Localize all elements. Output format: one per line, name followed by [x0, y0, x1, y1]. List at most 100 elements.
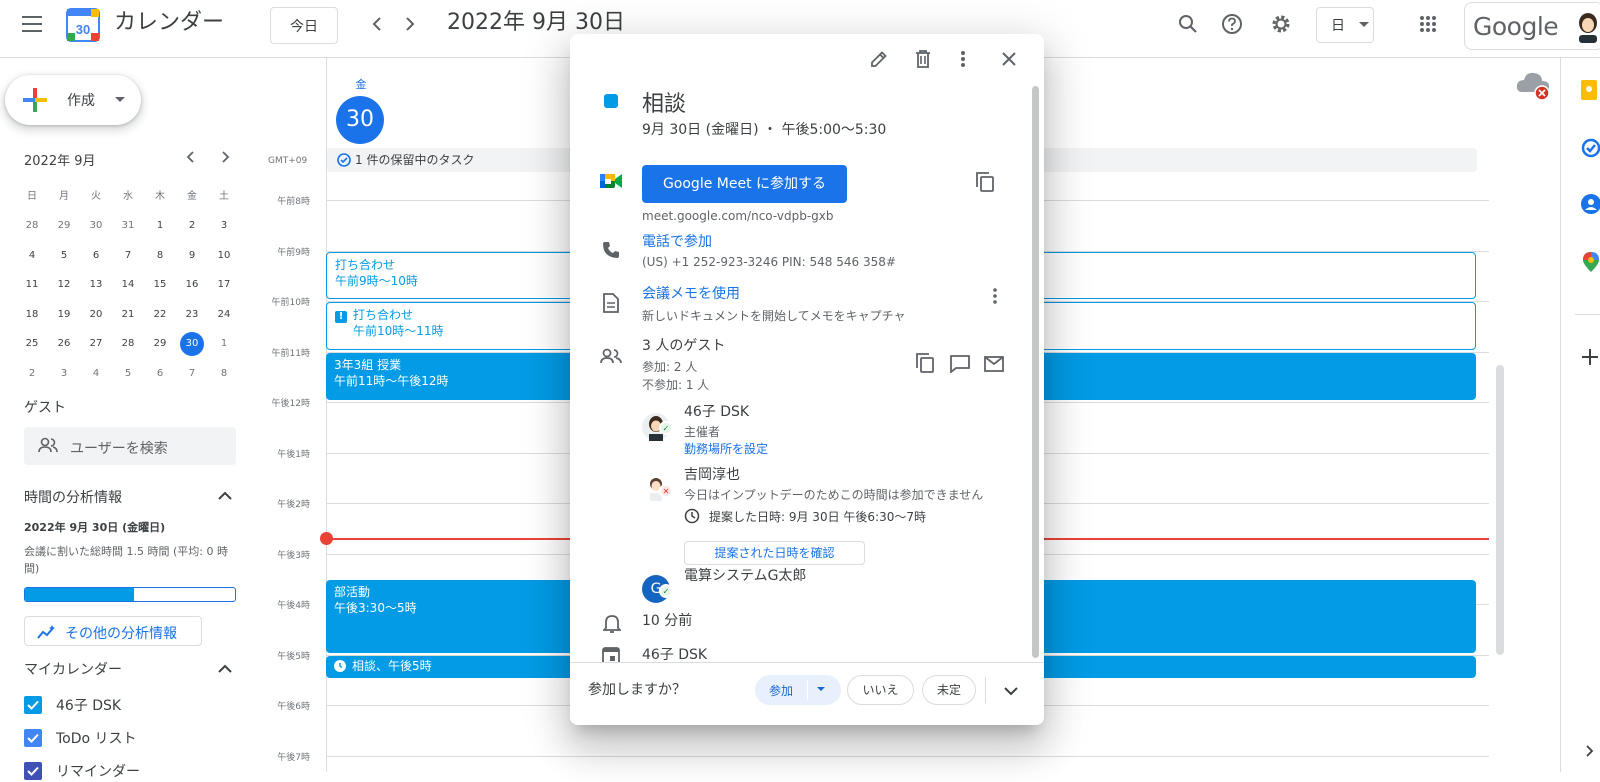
mini-prev-month-icon[interactable]	[186, 150, 196, 164]
mini-day-cell[interactable]: 11	[16, 273, 48, 297]
mini-day-cell[interactable]: 15	[144, 273, 176, 297]
main-menu-icon[interactable]	[13, 4, 53, 44]
keep-icon[interactable]	[1581, 80, 1597, 100]
mini-day-cell[interactable]: 1	[208, 332, 240, 356]
copy-guests-icon[interactable]	[916, 353, 934, 373]
guest-search-input[interactable]: ユーザーを検索	[24, 427, 236, 465]
mini-day-cell[interactable]: 29	[144, 332, 176, 356]
apps-grid-icon[interactable]	[1408, 4, 1448, 44]
mini-day-cell[interactable]: 1	[144, 214, 176, 238]
grid-scrollbar[interactable]	[1496, 365, 1504, 655]
mini-day-cell[interactable]: 28	[16, 214, 48, 238]
rail-divider	[1575, 314, 1600, 315]
google-meet-icon	[600, 172, 622, 190]
mini-day-cell[interactable]: 17	[208, 273, 240, 297]
mini-day-cell[interactable]: 5	[112, 362, 144, 386]
more-analysis-button[interactable]: その他の分析情報	[24, 616, 202, 646]
join-by-phone-link[interactable]: 電話で参加	[642, 231, 712, 251]
mini-day-cell[interactable]: 9	[176, 244, 208, 268]
rsvp-no-button[interactable]: いいえ	[847, 675, 914, 705]
mini-day-cell[interactable]: 6	[144, 362, 176, 386]
mini-day-cell[interactable]: 16	[176, 273, 208, 297]
mini-day-cell[interactable]: 20	[80, 303, 112, 327]
add-addon-icon[interactable]	[1581, 348, 1599, 366]
email-icon[interactable]	[984, 356, 1004, 372]
delete-trash-icon[interactable]	[915, 50, 931, 68]
expand-panel-icon[interactable]	[1585, 744, 1595, 758]
mini-day-cell[interactable]: 10	[208, 244, 240, 268]
expand-rsvp-icon[interactable]	[1004, 687, 1018, 696]
mini-day-cell[interactable]: 30	[176, 332, 208, 357]
mini-day-cell[interactable]: 3	[208, 214, 240, 238]
close-icon[interactable]	[1002, 52, 1016, 66]
checkbox-checked-icon[interactable]	[24, 762, 42, 780]
chat-icon[interactable]	[950, 355, 970, 373]
edit-pencil-icon[interactable]	[870, 50, 888, 68]
dropdown-arrow-icon	[1359, 22, 1369, 27]
dropdown-arrow-icon[interactable]	[817, 687, 825, 692]
mini-day-cell[interactable]: 28	[112, 332, 144, 356]
mini-day-cell[interactable]: 7	[112, 244, 144, 268]
mini-day-cell[interactable]: 8	[208, 362, 240, 386]
mini-day-cell[interactable]: 7	[176, 362, 208, 386]
mini-day-cell[interactable]: 2	[176, 214, 208, 238]
create-button[interactable]: 作成	[5, 75, 141, 125]
offline-cloud-icon[interactable]	[1514, 68, 1554, 102]
view-selector[interactable]: 日	[1316, 7, 1374, 43]
mini-day-cell[interactable]: 23	[176, 303, 208, 327]
collapse-analysis-icon[interactable]	[218, 491, 232, 500]
account-switcher[interactable]: Google	[1464, 2, 1600, 50]
mini-day-cell[interactable]: 3	[48, 362, 80, 386]
use-meeting-notes-link[interactable]: 会議メモを使用	[642, 283, 740, 303]
mini-day-cell[interactable]: 14	[112, 273, 144, 297]
mini-day-cell[interactable]: 29	[48, 214, 80, 238]
notes-more-options-icon[interactable]	[992, 288, 998, 304]
mini-day-cell[interactable]: 4	[16, 244, 48, 268]
mini-day-cell[interactable]: 13	[80, 273, 112, 297]
today-button[interactable]: 今日	[270, 7, 338, 44]
mini-day-cell[interactable]: 26	[48, 332, 80, 356]
day-number[interactable]: 30	[336, 96, 384, 144]
mini-day-cell[interactable]: 12	[48, 273, 80, 297]
calendar-logo-icon[interactable]: 30	[66, 8, 100, 42]
my-calendar-item[interactable]: 46子 DSK	[24, 694, 121, 716]
contacts-icon[interactable]	[1581, 194, 1600, 214]
dropdown-arrow-icon	[115, 97, 125, 103]
set-work-location-link[interactable]: 勤務場所を設定	[684, 440, 768, 457]
checkbox-checked-icon[interactable]	[24, 696, 42, 714]
next-day-icon[interactable]	[390, 4, 430, 44]
rsvp-maybe-button[interactable]: 未定	[922, 675, 976, 705]
review-proposed-time-button[interactable]: 提案された日時を確認	[684, 541, 865, 565]
popup-scrollbar[interactable]	[1032, 86, 1039, 658]
mini-weekday-row: 日月火水木金土	[16, 182, 240, 212]
mini-day-cell[interactable]: 8	[144, 244, 176, 268]
mini-day-cell[interactable]: 6	[80, 244, 112, 268]
mini-day-cell[interactable]: 21	[112, 303, 144, 327]
mini-day-cell[interactable]: 27	[80, 332, 112, 356]
my-calendar-label: 46子 DSK	[56, 698, 122, 714]
search-icon[interactable]	[1168, 4, 1208, 44]
rsvp-yes-button[interactable]: 参加	[755, 675, 841, 705]
mini-day-cell[interactable]: 4	[80, 362, 112, 386]
mini-day-cell[interactable]: 2	[16, 362, 48, 386]
maps-icon[interactable]	[1583, 252, 1599, 272]
mini-day-cell[interactable]: 18	[16, 303, 48, 327]
settings-gear-icon[interactable]	[1261, 4, 1301, 44]
mini-day-cell[interactable]: 19	[48, 303, 80, 327]
mini-day-cell[interactable]: 22	[144, 303, 176, 327]
mini-day-cell[interactable]: 25	[16, 332, 48, 356]
help-icon[interactable]	[1212, 4, 1252, 44]
more-options-icon[interactable]	[960, 50, 966, 68]
join-meet-button[interactable]: Google Meet に参加する	[642, 165, 847, 203]
my-calendar-item[interactable]: ToDo リスト	[24, 727, 137, 749]
mini-day-cell[interactable]: 30	[80, 214, 112, 238]
my-calendar-item[interactable]: リマインダー	[24, 760, 140, 782]
copy-icon[interactable]	[976, 172, 994, 192]
checkbox-checked-icon[interactable]	[24, 729, 42, 747]
tasks-icon[interactable]	[1581, 138, 1600, 158]
mini-next-month-icon[interactable]	[220, 150, 230, 164]
collapse-my-calendars-icon[interactable]	[218, 664, 232, 673]
mini-day-cell[interactable]: 31	[112, 214, 144, 238]
mini-day-cell[interactable]: 5	[48, 244, 80, 268]
mini-day-cell[interactable]: 24	[208, 303, 240, 327]
